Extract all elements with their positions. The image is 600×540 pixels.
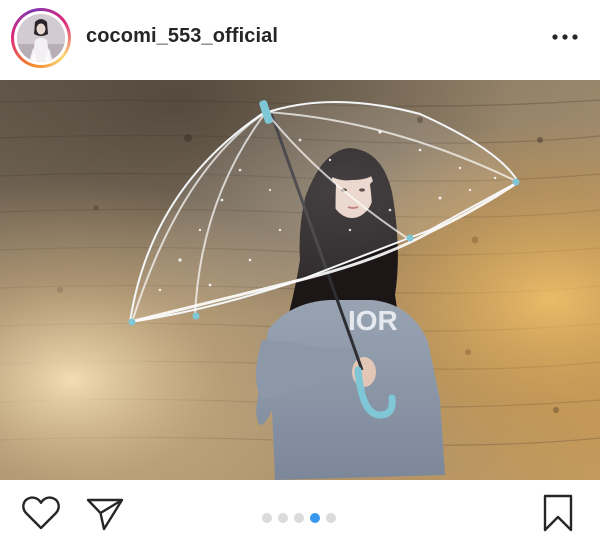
share-button[interactable] bbox=[84, 494, 126, 532]
carousel-dot[interactable] bbox=[294, 513, 304, 523]
paper-plane-icon bbox=[86, 498, 124, 531]
carousel-dot[interactable] bbox=[278, 513, 288, 523]
more-options-button[interactable] bbox=[548, 26, 582, 48]
like-button[interactable] bbox=[20, 494, 62, 532]
post-image: IOR bbox=[0, 80, 600, 480]
carousel-indicator bbox=[262, 513, 336, 523]
carousel-dot[interactable] bbox=[262, 513, 272, 523]
carousel-dot-active[interactable] bbox=[310, 513, 320, 523]
post-photo[interactable]: IOR bbox=[0, 80, 600, 480]
post-action-bar bbox=[0, 480, 600, 540]
avatar-border bbox=[14, 11, 68, 65]
bookmark-icon bbox=[543, 494, 573, 532]
save-button[interactable] bbox=[538, 493, 578, 533]
story-ring[interactable] bbox=[11, 8, 71, 68]
avatar[interactable] bbox=[17, 14, 65, 62]
avatar-image bbox=[17, 14, 65, 62]
heart-icon bbox=[22, 496, 60, 530]
more-horizontal-icon bbox=[552, 34, 578, 40]
username[interactable]: cocomi_553_official bbox=[86, 25, 278, 48]
carousel-dot[interactable] bbox=[326, 513, 336, 523]
post-header: cocomi_553_official bbox=[0, 0, 600, 78]
svg-text:IOR: IOR bbox=[348, 305, 398, 336]
